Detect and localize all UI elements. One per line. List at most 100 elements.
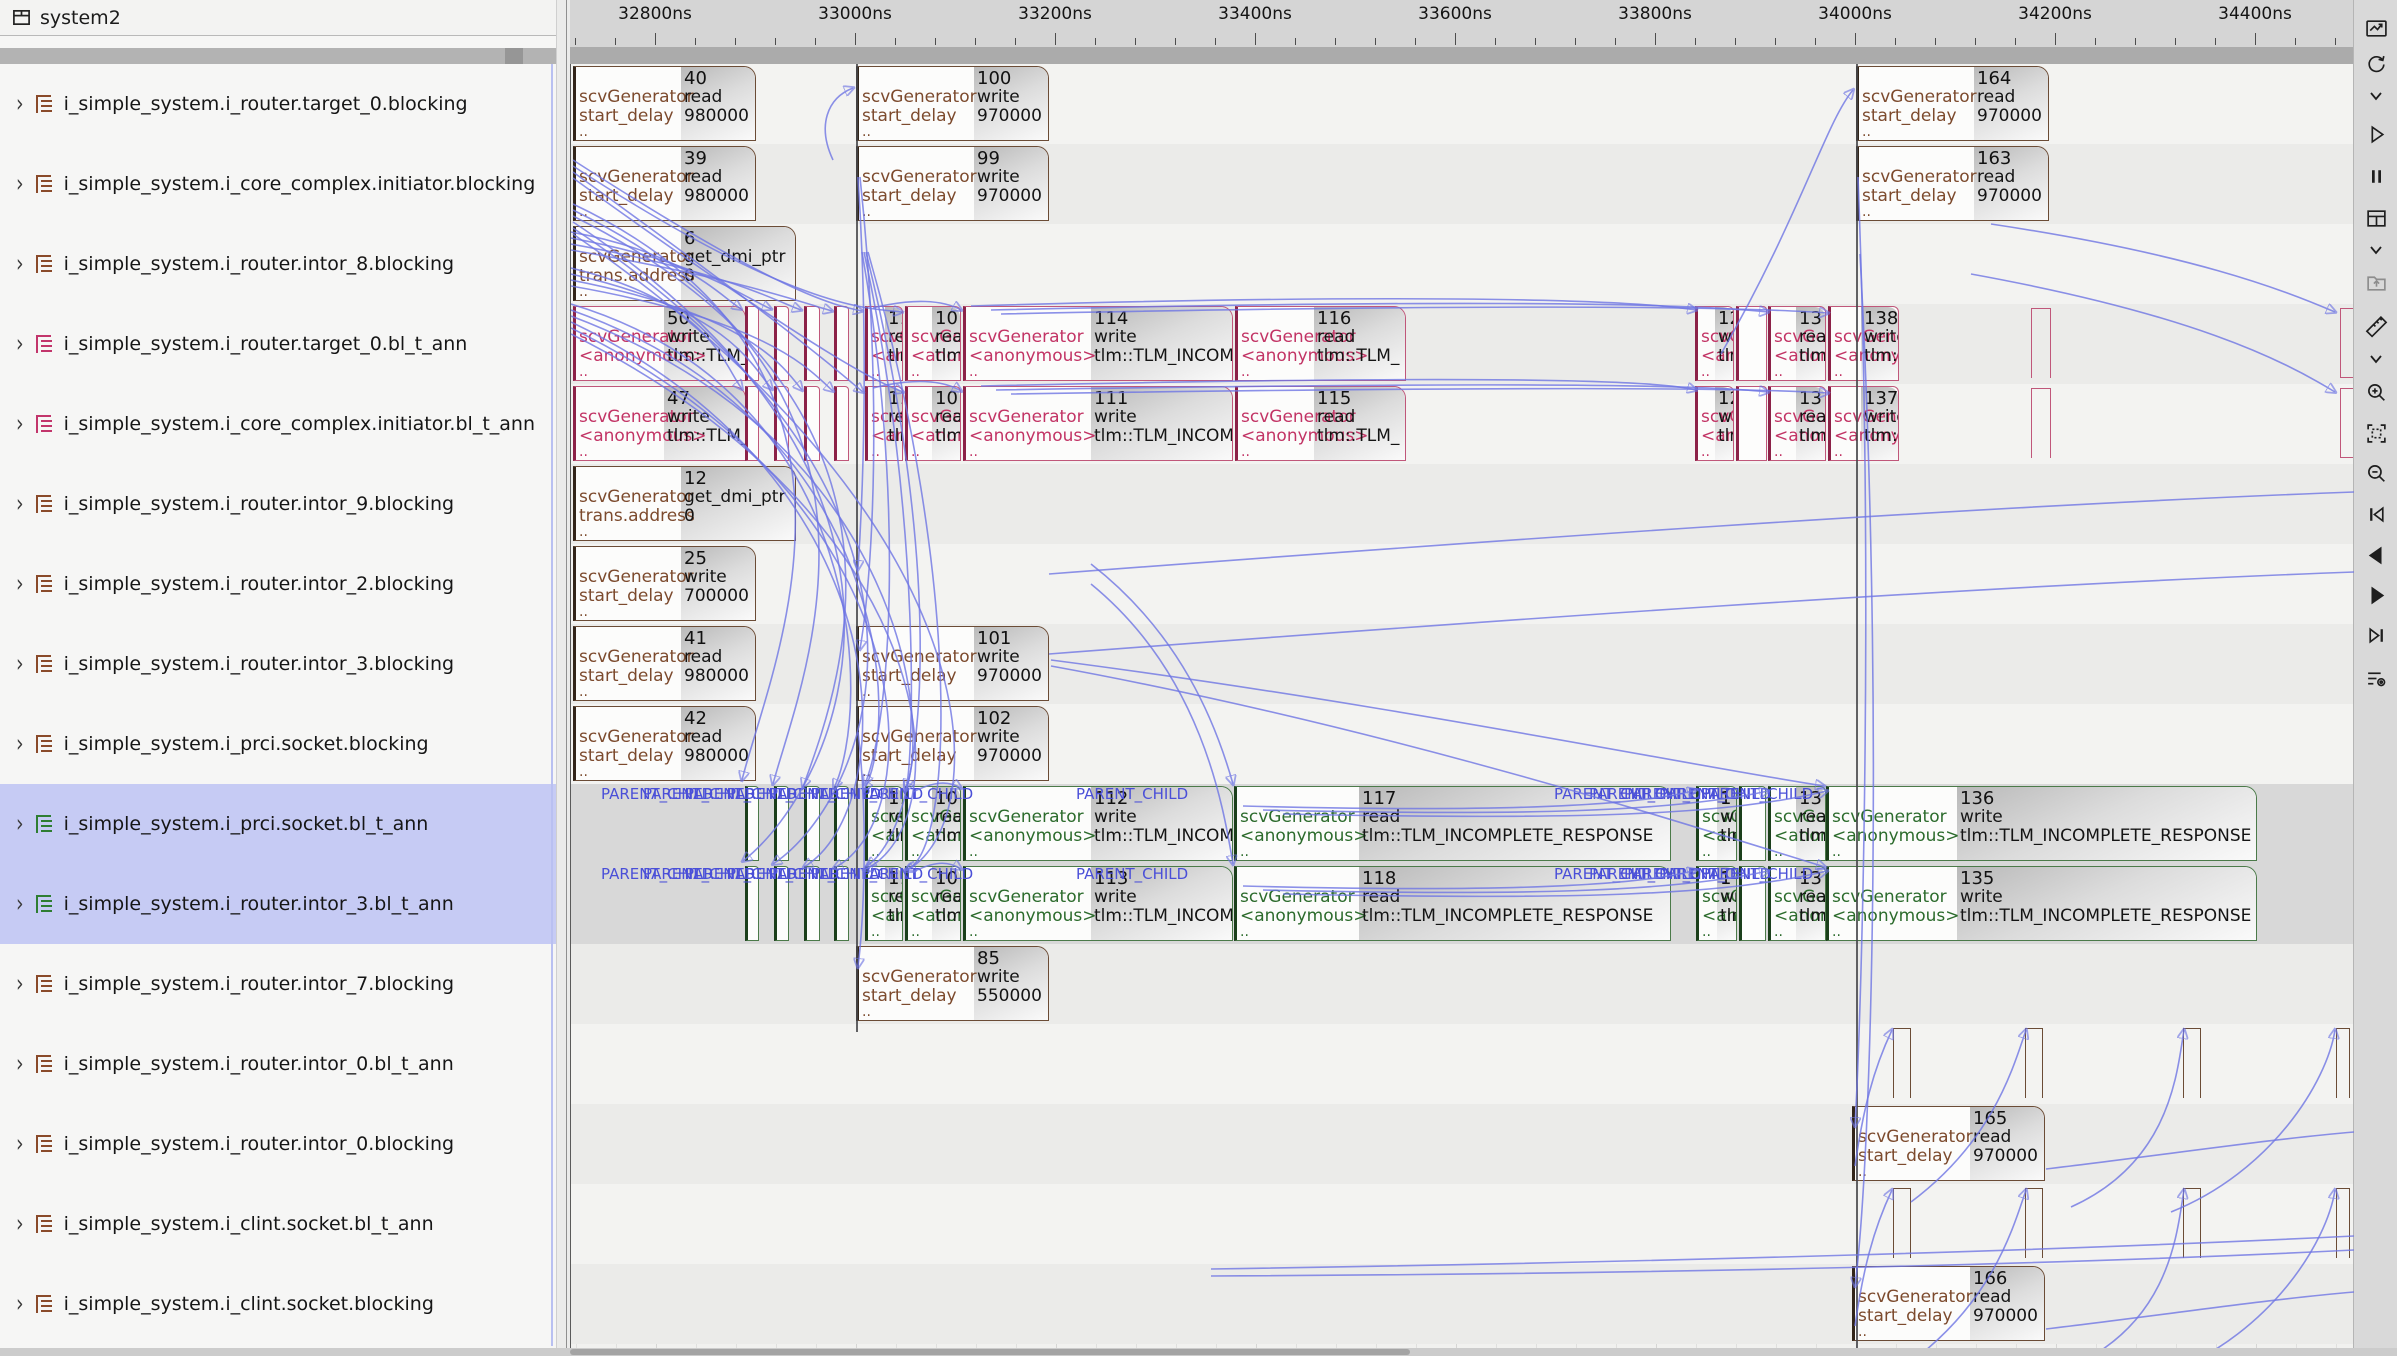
transaction-block-10[interactable]: 10scvGeneratorread<anonymous>tlm::TLM_..	[905, 786, 961, 861]
transaction-block-114[interactable]: 114scvGeneratorwrite<anonymous>tlm::TLM_…	[963, 306, 1233, 381]
transaction-block[interactable]	[774, 306, 789, 381]
transaction-block-136[interactable]: 136scvGeneratorwrite<anonymous>tlm::TLM_…	[1826, 786, 2257, 861]
transaction-block[interactable]	[1739, 786, 1766, 861]
transaction-block[interactable]	[2031, 388, 2051, 458]
sidebar-item-i_simple_system.i_router.intor_3.blocking[interactable]: ›i_simple_system.i_router.intor_3.blocki…	[0, 624, 556, 704]
transaction-block-25[interactable]: 25scvGeneratorwritestart_delay700000..	[573, 546, 756, 621]
transaction-block-165[interactable]: 165scvGeneratorreadstart_delay970000..	[1852, 1106, 2045, 1181]
transaction-block-10[interactable]: 10scvGeneratorread<anonymous>tlm::TLM_..	[905, 866, 961, 941]
transaction-block[interactable]	[2031, 308, 2051, 378]
transaction-block[interactable]	[1893, 1028, 1911, 1098]
next-transaction-icon[interactable]	[2362, 581, 2390, 609]
transaction-block[interactable]	[804, 306, 820, 381]
goto-start-icon[interactable]	[2362, 500, 2390, 528]
transaction-block-102[interactable]: 102scvGeneratorwritestart_delay970000..	[856, 706, 1049, 781]
transaction-block-116[interactable]: 116scvGeneratorread<anonymous>tlm::TLM_.…	[1235, 306, 1406, 381]
sidebar-item-i_simple_system.i_clint.socket.blocking[interactable]: ›i_simple_system.i_clint.socket.blocking	[0, 1264, 556, 1344]
stream-track-i_simple_system.i_core_complex.initiator.bl_t_ann[interactable]: 47scvGeneratorwrite<anonymous>tlm::TLM_.…	[571, 384, 2354, 464]
chevron-down-icon[interactable]	[2362, 345, 2390, 373]
expand-chevron-icon[interactable]: ›	[16, 730, 24, 758]
expand-chevron-icon[interactable]: ›	[16, 490, 24, 518]
horizontal-scrollbar[interactable]	[0, 1348, 2397, 1356]
transaction-block[interactable]	[2336, 1028, 2350, 1098]
transaction-block-117[interactable]: 117scvGeneratorread<anonymous>tlm::TLM_I…	[1234, 786, 1671, 861]
expand-chevron-icon[interactable]: ›	[16, 410, 24, 438]
zoom-fit-icon[interactable]	[2362, 419, 2390, 447]
transaction-block-47[interactable]: 47scvGeneratorwrite<anonymous>tlm::TLM_.…	[573, 386, 746, 461]
transaction-block-39[interactable]: 39scvGeneratorreadstart_delay980000..	[573, 146, 756, 221]
transaction-block-137[interactable]: 137scvGeneratorwrite<anonymous>tlm::TLM_…	[1828, 386, 1899, 461]
transaction-block-166[interactable]: 166scvGeneratorreadstart_delay970000..	[1852, 1266, 2045, 1341]
sidebar-item-i_simple_system.i_prci.socket.bl_t_ann[interactable]: ›i_simple_system.i_prci.socket.bl_t_ann	[0, 784, 556, 864]
chevron-down-icon[interactable]	[2362, 236, 2390, 264]
transaction-block-40[interactable]: 40scvGeneratorreadstart_delay980000..	[573, 66, 756, 141]
transaction-block-118[interactable]: 118scvGeneratorread<anonymous>tlm::TLM_I…	[1234, 866, 1671, 941]
stream-track-i_simple_system.i_router.target_0.bl_t_ann[interactable]: 50scvGeneratorwrite<anonymous>tlm::TLM_.…	[571, 304, 2354, 384]
transaction-block[interactable]	[1893, 1188, 1911, 1258]
sidebar-item-i_simple_system.i_router.intor_0.bl_t_ann[interactable]: ›i_simple_system.i_router.intor_0.bl_t_a…	[0, 1024, 556, 1104]
transaction-block[interactable]	[804, 386, 820, 461]
list-settings-icon[interactable]	[2362, 664, 2390, 692]
transaction-block[interactable]	[774, 786, 789, 861]
transaction-block-11[interactable]: 11scvGeneratorread<anonymous>tlm::TLM_..	[865, 866, 903, 941]
transaction-block-6[interactable]: 6scvGeneratorget_dmi_ptrtrans.address0..	[573, 226, 796, 301]
transaction-block-1[interactable]: 1scvGeneratorwrite<anonymous>tlm::TLM_..	[1696, 866, 1737, 941]
transaction-block[interactable]	[2183, 1188, 2201, 1258]
stream-track-i_simple_system.i_prci.socket.bl_t_ann[interactable]: 11scvGeneratorread<anonymous>tlm::TLM_..…	[571, 784, 2354, 864]
transaction-block-13[interactable]: 13scvGeneratorread<anonymous>tlm::TLM_..	[1768, 386, 1826, 461]
transaction-block[interactable]	[1739, 866, 1766, 941]
pause-icon[interactable]	[2362, 162, 2390, 190]
sash-splitter[interactable]	[557, 0, 570, 1356]
sidebar-scrollbar[interactable]	[0, 48, 556, 64]
stream-track-i_simple_system.i_router.intor_8.blocking[interactable]: 6scvGeneratorget_dmi_ptrtrans.address0..	[571, 224, 2354, 304]
transaction-block-13[interactable]: 13scvGeneratorread<anonymous>tlm::TLM_..	[1768, 786, 1826, 861]
transaction-block-13[interactable]: 13scvGeneratorread<anonymous>tlm::TLM_..	[1768, 866, 1826, 941]
transaction-block[interactable]	[745, 306, 759, 381]
transaction-block-12[interactable]: 12scvGeneratorwrite<anonymous>tlm::TLM_.…	[1695, 306, 1734, 381]
transaction-block-41[interactable]: 41scvGeneratorreadstart_delay980000..	[573, 626, 756, 701]
transaction-block[interactable]	[804, 786, 820, 861]
sidebar-item-i_simple_system.i_router.intor_8.blocking[interactable]: ›i_simple_system.i_router.intor_8.blocki…	[0, 224, 556, 304]
stream-track-i_simple_system.i_router.intor_9.blocking[interactable]: 12scvGeneratorget_dmi_ptrtrans.address0.…	[571, 464, 2354, 544]
sidebar-item-i_simple_system.i_router.intor_0.blocking[interactable]: ›i_simple_system.i_router.intor_0.blocki…	[0, 1104, 556, 1184]
transaction-block-138[interactable]: 138scvGeneratorwrite<anonymous>tlm::TLM_…	[1828, 306, 1899, 381]
expand-chevron-icon[interactable]: ›	[16, 810, 24, 838]
expand-chevron-icon[interactable]: ›	[16, 330, 24, 358]
expand-chevron-icon[interactable]: ›	[16, 570, 24, 598]
horizontal-scrollbar-thumb[interactable]	[570, 1349, 1410, 1355]
sidebar-item-i_simple_system.i_clint.socket.bl_t_ann[interactable]: ›i_simple_system.i_clint.socket.bl_t_ann	[0, 1184, 556, 1264]
sidebar-item-i_simple_system.i_router.target_0.bl_t_ann[interactable]: ›i_simple_system.i_router.target_0.bl_t_…	[0, 304, 556, 384]
transaction-block[interactable]	[745, 786, 759, 861]
stream-track-i_simple_system.i_router.target_0.blocking[interactable]: 40scvGeneratorreadstart_delay980000..100…	[571, 64, 2354, 144]
transaction-block[interactable]	[745, 386, 759, 461]
transaction-block-85[interactable]: 85scvGeneratorwritestart_delay550000..	[856, 946, 1049, 1021]
stream-track-i_simple_system.i_router.intor_7.blocking[interactable]: 85scvGeneratorwritestart_delay550000..	[571, 944, 2354, 1024]
stream-track-i_simple_system.i_clint.socket.blocking[interactable]: 166scvGeneratorreadstart_delay970000..	[571, 1264, 2354, 1344]
stream-track-i_simple_system.i_router.intor_2.blocking[interactable]: 25scvGeneratorwritestart_delay700000..	[571, 544, 2354, 624]
transaction-block-101[interactable]: 101scvGeneratorwritestart_delay970000..	[856, 626, 1049, 701]
transaction-block-11[interactable]: 11scvGeneratorread<anonymous>tlm::TLM_..	[865, 306, 903, 381]
sidebar-item-i_simple_system.i_core_complex.initiator.blocking[interactable]: ›i_simple_system.i_core_complex.initiato…	[0, 144, 556, 224]
transaction-block-163[interactable]: 163scvGeneratorreadstart_delay970000..	[1856, 146, 2049, 221]
transaction-block-113[interactable]: 113scvGeneratorwrite<anonymous>tlm::TLM_…	[963, 866, 1233, 941]
chevron-down-icon[interactable]	[2362, 82, 2390, 110]
sidebar-item-i_simple_system.i_router.intor_3.bl_t_ann[interactable]: ›i_simple_system.i_router.intor_3.bl_t_a…	[0, 864, 556, 944]
expand-chevron-icon[interactable]: ›	[16, 1210, 24, 1238]
expand-chevron-icon[interactable]: ›	[16, 1130, 24, 1158]
transaction-block-50[interactable]: 50scvGeneratorwrite<anonymous>tlm::TLM_.…	[573, 306, 746, 381]
expand-chevron-icon[interactable]: ›	[16, 1050, 24, 1078]
transaction-block-164[interactable]: 164scvGeneratorreadstart_delay970000..	[1856, 66, 2049, 141]
transaction-block-42[interactable]: 42scvGeneratorreadstart_delay980000..	[573, 706, 756, 781]
timeline-ruler[interactable]: 32800ns33000ns33200ns33400ns33600ns33800…	[570, 0, 2353, 48]
transaction-block[interactable]	[2336, 1188, 2350, 1258]
prev-transaction-icon[interactable]	[2362, 541, 2390, 569]
transaction-block[interactable]	[834, 306, 849, 381]
transaction-block[interactable]	[1736, 386, 1767, 461]
transaction-block[interactable]	[2340, 308, 2353, 378]
transaction-block-12[interactable]: 12scvGeneratorwrite<anonymous>tlm::TLM_.…	[1695, 386, 1734, 461]
goto-end-icon[interactable]	[2362, 621, 2390, 649]
transaction-block-99[interactable]: 99scvGeneratorwritestart_delay970000..	[856, 146, 1049, 221]
transaction-block-111[interactable]: 111scvGeneratorwrite<anonymous>tlm::TLM_…	[963, 386, 1233, 461]
transaction-block-12[interactable]: 12scvGeneratorget_dmi_ptrtrans.address0.…	[573, 466, 796, 541]
transaction-block[interactable]	[774, 866, 789, 941]
